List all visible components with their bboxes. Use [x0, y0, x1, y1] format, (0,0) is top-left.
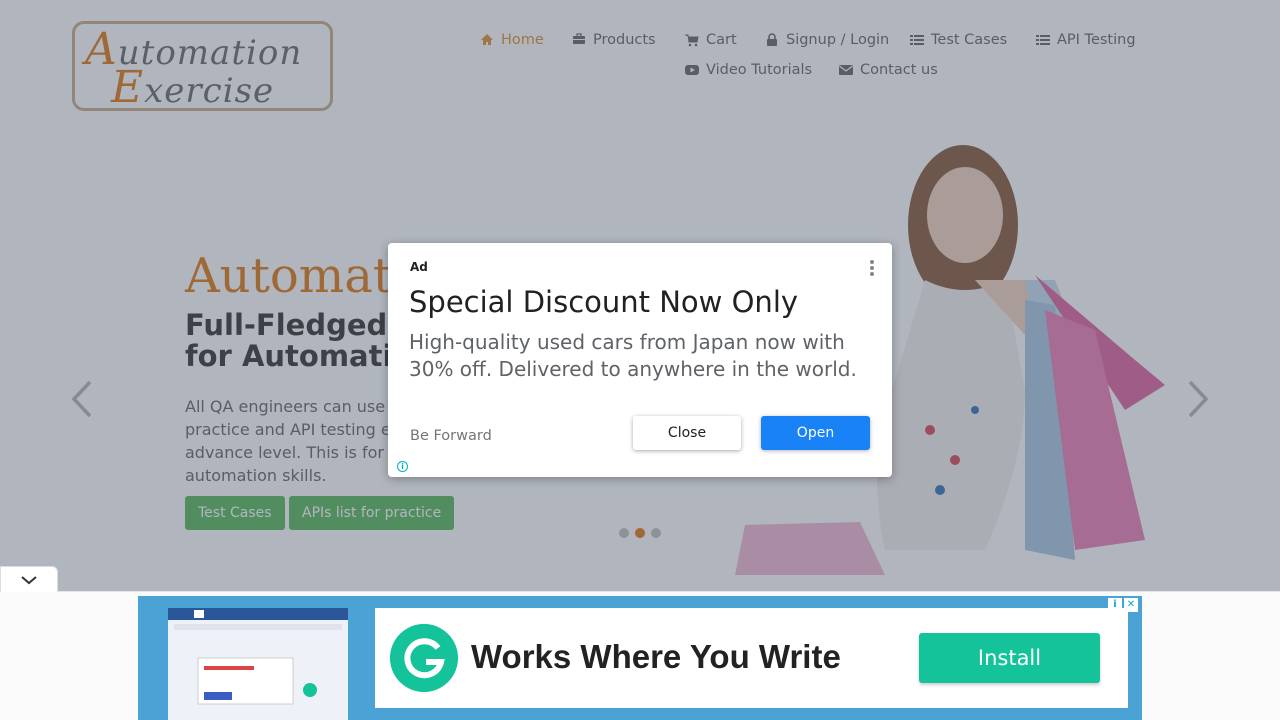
ad-advertiser[interactable]: Be Forward	[410, 428, 492, 444]
app-screenshot-image	[168, 608, 348, 720]
banner-card: Works Where You Write Install	[375, 608, 1128, 708]
bottom-banner-ad[interactable]: Works Where You Write Install i ✕	[138, 596, 1142, 720]
ad-body: High-quality used cars from Japan now wi…	[409, 330, 857, 381]
ad-close-icon[interactable]: ✕	[1124, 598, 1138, 612]
ad-info-icon[interactable]: i	[397, 461, 408, 472]
ad-close-button[interactable]: Close	[633, 416, 741, 450]
more-options-icon[interactable]	[868, 259, 876, 277]
ad-modal: Ad Special Discount Now Only High-qualit…	[388, 243, 892, 477]
ad-choice-icons: i ✕	[1108, 598, 1138, 612]
banner-headline: Works Where You Write	[471, 638, 841, 675]
grammarly-logo-icon	[390, 624, 458, 692]
collapse-ad-tab[interactable]	[0, 566, 58, 592]
ad-title: Special Discount Now Only	[409, 285, 799, 319]
chevron-down-icon	[21, 576, 37, 585]
adchoices-info-icon[interactable]: i	[1108, 598, 1122, 612]
ad-open-button[interactable]: Open	[761, 416, 870, 450]
ad-badge: Ad	[410, 260, 428, 274]
install-button[interactable]: Install	[919, 633, 1100, 683]
